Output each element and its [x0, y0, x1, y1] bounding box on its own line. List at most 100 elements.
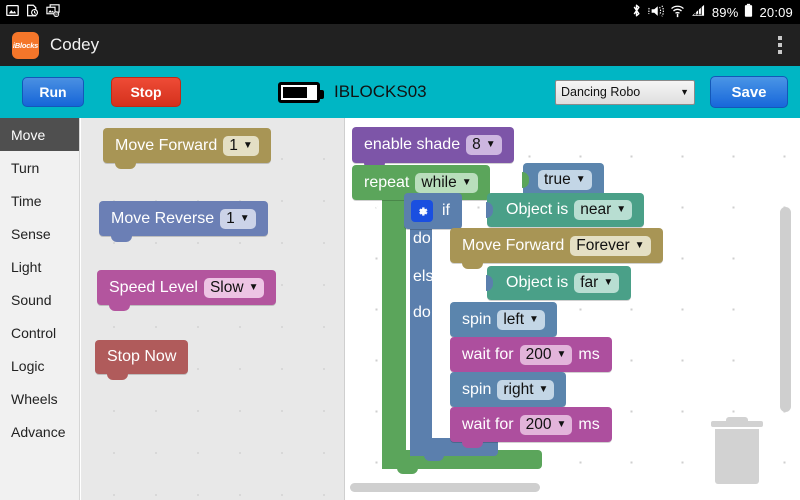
field-value: 200 [525, 345, 552, 363]
repeat-do-label: do [361, 201, 379, 218]
sidebar-item-label: Wheels [11, 390, 58, 407]
block-field-direction[interactable]: right ▼ [497, 379, 555, 400]
block-boolean-true[interactable]: true ▼ [522, 163, 604, 197]
clock-label: 20:09 [759, 4, 793, 20]
block-field-proximity[interactable]: far ▼ [574, 273, 620, 293]
field-value: Slow [209, 278, 244, 296]
battery-icon [278, 81, 324, 103]
block-move-forward[interactable]: Move Forward Forever ▼ [450, 228, 663, 269]
chevron-down-icon: ▼ [239, 212, 250, 224]
chevron-down-icon: ▼ [556, 418, 567, 430]
android-status-bar: @ 89% 20:09 [0, 0, 800, 24]
chevron-down-icon: ▼ [616, 204, 627, 215]
block-unit-label: ms [578, 345, 600, 363]
block-field-wait-ms[interactable]: 200 ▼ [519, 414, 573, 435]
block-workspace[interactable]: enable shade 8 ▼ repeat while ▼ true ▼ d… [346, 118, 800, 500]
block-field-distance[interactable]: 1 ▼ [223, 135, 259, 156]
project-select-value: Dancing Robo [561, 85, 641, 99]
sidebar-item-label: Time [11, 192, 42, 209]
block-label: Move Forward [462, 236, 565, 254]
block-label: Speed Level [109, 278, 198, 296]
app-logo-label: iBlocks [12, 40, 39, 50]
main-toolbar: Run Stop IBLOCKS03 Dancing Robo ▼ Save [0, 66, 800, 118]
sidebar-item-sound[interactable]: Sound [0, 283, 79, 316]
stop-button[interactable]: Stop [111, 77, 181, 107]
chevron-down-icon: ▼ [485, 139, 496, 150]
sidebar-item-light[interactable]: Light [0, 250, 79, 283]
sidebar-item-turn[interactable]: Turn [0, 151, 79, 184]
sidebar-item-advance[interactable]: Advance [0, 415, 79, 448]
block-spin-right[interactable]: spin right ▼ [450, 372, 567, 413]
run-button[interactable]: Run [22, 77, 84, 107]
block-field-boolean[interactable]: true ▼ [538, 170, 592, 190]
chevron-down-icon: ▼ [634, 239, 645, 251]
if-block-nub [424, 454, 444, 461]
block-field-distance[interactable]: 1 ▼ [220, 208, 256, 229]
trash-can [715, 429, 759, 484]
project-select[interactable]: Dancing Robo ▼ [555, 79, 695, 105]
svg-text:@: @ [54, 13, 58, 17]
sidebar-item-label: Light [11, 258, 42, 275]
chevron-down-icon: ▼ [680, 87, 689, 97]
horizontal-scrollbar[interactable] [350, 483, 540, 492]
block-object-is-far[interactable]: Object is far ▼ [486, 266, 632, 300]
block-nub [109, 304, 130, 311]
status-notification-icons: @ [0, 4, 60, 20]
bluetooth-icon [631, 3, 642, 21]
block-wait-for-1[interactable]: wait for 200 ▼ ms [450, 337, 612, 378]
block-wait-for-2[interactable]: wait for 200 ▼ ms [450, 407, 612, 448]
status-system-icons: 89% 20:09 [631, 3, 800, 21]
save-button[interactable]: Save [710, 76, 788, 108]
block-label: wait for [462, 345, 514, 363]
field-value: far [580, 274, 599, 291]
block-object-is-near[interactable]: Object is near ▼ [486, 193, 645, 227]
gear-icon[interactable] [411, 200, 433, 222]
palette-block-move-forward[interactable]: Move Forward 1 ▼ [103, 128, 271, 169]
block-nub [462, 441, 483, 448]
chevron-down-icon: ▼ [248, 281, 259, 293]
sidebar-item-time[interactable]: Time [0, 184, 79, 217]
field-value: right [503, 380, 534, 398]
chevron-down-icon: ▼ [242, 139, 253, 151]
block-field-wait-ms[interactable]: 200 ▼ [519, 344, 573, 365]
main-area: Move Turn Time Sense Light Sound Control… [0, 118, 800, 500]
repeat-block-body[interactable] [382, 165, 406, 466]
field-value: true [544, 171, 571, 188]
sidebar-item-move[interactable]: Move [0, 118, 79, 151]
block-field-speed[interactable]: Slow ▼ [203, 277, 265, 298]
block-label: spin [462, 380, 492, 398]
block-field-shade-level[interactable]: 8 ▼ [466, 135, 502, 155]
clock-document-icon [26, 4, 39, 20]
sidebar-item-logic[interactable]: Logic [0, 349, 79, 382]
sidebar-item-sense[interactable]: Sense [0, 217, 79, 250]
sidebar-item-wheels[interactable]: Wheels [0, 382, 79, 415]
block-if[interactable]: if [404, 193, 462, 229]
palette-block-stop-now[interactable]: Stop Now [95, 340, 189, 380]
block-nub [111, 235, 132, 242]
block-palette: Move Forward 1 ▼ Move Reverse 1 ▼ Speed … [81, 118, 345, 500]
chevron-down-icon: ▼ [461, 176, 472, 188]
chevron-down-icon: ▼ [538, 383, 549, 395]
chevron-down-icon: ▼ [575, 174, 586, 185]
block-spin-left[interactable]: spin left ▼ [450, 302, 557, 343]
block-field-duration[interactable]: Forever ▼ [570, 235, 651, 256]
chevron-down-icon: ▼ [603, 277, 614, 288]
sidebar-item-label: Advance [11, 423, 66, 440]
palette-block-move-reverse[interactable]: Move Reverse 1 ▼ [99, 201, 268, 242]
trash-icon[interactable] [711, 417, 763, 484]
battery-percent-label: 89% [711, 4, 739, 20]
block-field-repeat-mode[interactable]: while ▼ [415, 172, 478, 193]
block-enable-shade[interactable]: enable shade 8 ▼ [352, 127, 514, 169]
page-title: Codey [50, 35, 100, 54]
block-nub [107, 373, 128, 380]
vertical-scrollbar[interactable] [780, 207, 791, 412]
more-vertical-icon[interactable] [774, 32, 786, 58]
palette-block-speed-level[interactable]: Speed Level Slow ▼ [97, 270, 277, 311]
block-label: Object is [506, 201, 569, 218]
block-field-proximity[interactable]: near ▼ [574, 200, 633, 220]
block-field-direction[interactable]: left ▼ [497, 309, 545, 330]
if-do-label: do [413, 230, 431, 247]
block-label: Move Reverse [111, 209, 215, 227]
sidebar-item-control[interactable]: Control [0, 316, 79, 349]
field-value: 200 [525, 415, 552, 433]
